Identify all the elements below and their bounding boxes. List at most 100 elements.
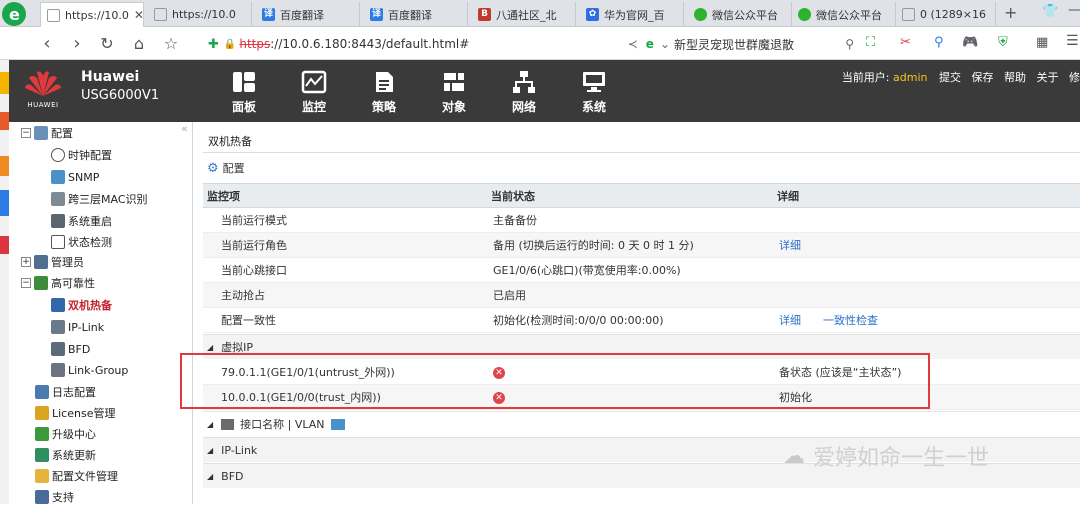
tree-item-reboot[interactable]: 系统重启	[51, 211, 112, 231]
tree-item-clock[interactable]: 时钟配置	[51, 145, 112, 165]
search-tool-icon[interactable]: ⚲	[934, 35, 944, 50]
app-icon[interactable]	[0, 156, 9, 176]
collapse-toggle-icon[interactable]: −	[21, 128, 31, 138]
app-icon[interactable]	[0, 236, 9, 254]
monitor-icon	[301, 70, 327, 94]
menu-icon[interactable]: ☰	[1066, 33, 1079, 49]
link-group-icon	[51, 363, 65, 377]
shield-addon-icon[interactable]: ⛨	[998, 35, 1008, 50]
browser-tab[interactable]: 0 (1289×16	[896, 2, 996, 27]
favorite-star-icon[interactable]: ☆	[160, 34, 182, 53]
paw-icon: ✿	[586, 8, 599, 21]
about-button[interactable]: 关于	[1037, 71, 1059, 84]
translate-icon: 译	[262, 8, 275, 21]
table-row: 当前运行模式 主备备份	[203, 208, 1080, 233]
tree-item-ip-link[interactable]: IP-Link	[51, 317, 104, 337]
browser-tab[interactable]: B 八通社区_北	[472, 2, 576, 27]
expand-toggle-icon[interactable]: +	[21, 257, 31, 267]
app-icon[interactable]	[0, 72, 9, 94]
game-icon[interactable]: 🎮	[962, 35, 978, 50]
upgrade-icon	[35, 427, 49, 441]
home-icon[interactable]: ⌂	[128, 34, 150, 53]
chevron-down-icon[interactable]: ⌄	[660, 37, 670, 51]
nav-dashboard[interactable]: 面板	[219, 70, 269, 115]
tree-item-mac[interactable]: 跨三层MAC识别	[51, 189, 148, 209]
detail-link[interactable]: 详细	[779, 308, 801, 333]
save-button[interactable]: 保存	[972, 71, 994, 84]
tree-item-upgrade[interactable]: 升级中心	[35, 424, 96, 444]
tree-item-hrp[interactable]: 双机热备	[51, 295, 112, 315]
ha-icon	[34, 276, 48, 290]
share-icon[interactable]: ≺	[628, 37, 638, 51]
current-user-label: 当前用户:	[841, 71, 890, 84]
commit-button[interactable]: 提交	[939, 71, 961, 84]
nav-network[interactable]: 网络	[499, 70, 549, 115]
app-icon[interactable]	[0, 112, 9, 130]
collapse-triangle-icon[interactable]: ◢	[207, 446, 213, 455]
browser-tab[interactable]: 微信公众平台	[792, 2, 896, 27]
tree-item-support[interactable]: 支持	[35, 487, 74, 507]
scissors-icon[interactable]: ✂	[900, 35, 911, 50]
search-box[interactable]: 新型灵宠现世群魔退散 ⚲	[674, 32, 854, 56]
ie-icon[interactable]: e	[646, 37, 654, 51]
section-interface-vlan[interactable]: ◢ 接口名称 | VLAN	[203, 411, 1080, 436]
tree-item-config-file[interactable]: 配置文件管理	[35, 466, 118, 486]
tree-item-state-check[interactable]: 状态检测	[51, 232, 112, 252]
tree-item-ha[interactable]: − 高可靠性	[21, 273, 95, 293]
browser-toolbar: ‹ › ↻ ⌂ ☆ ✚ 🔒 https ://10.0.6.180:8443/d…	[0, 28, 1080, 60]
consistency-check-link[interactable]: 一致性检查	[823, 308, 878, 333]
app-icon[interactable]	[0, 190, 9, 216]
browser-tab[interactable]: https://10.0	[148, 2, 252, 27]
huawei-logo-icon: HUAWEI	[23, 68, 63, 114]
nav-system[interactable]: 系统	[569, 70, 619, 115]
browser-tab[interactable]: ✿ 华为官网_百	[580, 2, 684, 27]
collapse-triangle-icon[interactable]: ◢	[207, 420, 213, 429]
extension-icon[interactable]: ⛶	[866, 35, 875, 50]
tree-item-system-update[interactable]: 系统更新	[35, 445, 96, 465]
grid-icon[interactable]: ▦	[1036, 35, 1048, 50]
tree-item-admin[interactable]: + 管理员	[21, 252, 84, 272]
nav-object[interactable]: 对象	[429, 70, 479, 115]
wechat-icon	[798, 8, 811, 21]
search-icon[interactable]: ⚲	[845, 37, 854, 51]
new-tab-icon[interactable]: +	[1004, 3, 1017, 22]
gear-icon: ⚙	[207, 160, 219, 176]
forward-icon[interactable]: ›	[66, 33, 88, 54]
tree-item-config[interactable]: − 配置	[21, 123, 73, 143]
detail-link[interactable]: 详细	[779, 233, 801, 258]
bfd-icon	[51, 342, 65, 356]
collapse-triangle-icon[interactable]: ◢	[207, 472, 213, 481]
collapse-toggle-icon[interactable]: −	[21, 278, 31, 288]
browser-tab[interactable]: 译 百度翻译	[364, 2, 468, 27]
minimize-icon[interactable]: —	[1068, 2, 1080, 18]
address-bar[interactable]: ✚ 🔒 https ://10.0.6.180:8443/default.htm…	[208, 32, 670, 56]
logo-text: HUAWEI	[27, 101, 59, 109]
collapse-triangle-icon[interactable]: ◢	[207, 343, 213, 352]
snmp-icon	[51, 170, 65, 184]
config-button[interactable]: ⚙ 配置	[207, 160, 245, 176]
close-icon[interactable]: ✕	[134, 8, 143, 22]
nav-tree: « − 配置 时钟配置 SNMP 跨三层MAC识别 系统重启 状态检测 + 管理…	[9, 122, 193, 504]
modify-button[interactable]: 修	[1069, 71, 1080, 84]
nav-monitor[interactable]: 监控	[289, 70, 339, 115]
watermark: ☁ 爱婷如命一生一世	[783, 443, 990, 472]
back-icon[interactable]: ‹	[36, 33, 58, 54]
tree-item-link-group[interactable]: Link-Group	[51, 360, 128, 380]
browser-tab[interactable]: 译 百度翻译	[256, 2, 360, 27]
collapse-icon[interactable]: «	[181, 122, 188, 135]
help-button[interactable]: 帮助	[1004, 71, 1026, 84]
browser-logo-icon[interactable]: e	[0, 0, 30, 27]
tree-item-log-config[interactable]: 日志配置	[35, 382, 96, 402]
browser-tab[interactable]: https://10.0 ✕	[40, 2, 144, 27]
system-icon	[583, 72, 605, 92]
shirt-icon[interactable]: 👕	[1042, 4, 1058, 19]
table-row: 当前运行角色 备用 (切换后运行的时间: 0 天 0 时 1 分) 详细	[203, 233, 1080, 258]
tree-item-license[interactable]: License管理	[35, 403, 115, 423]
reload-icon[interactable]: ↻	[96, 34, 118, 53]
browser-tab[interactable]: 微信公众平台	[688, 2, 792, 27]
tree-item-snmp[interactable]: SNMP	[51, 167, 99, 187]
nav-policy[interactable]: 策略	[359, 70, 409, 115]
tree-item-bfd[interactable]: BFD	[51, 339, 90, 359]
header-status: 当前状态	[491, 190, 535, 203]
interface-icon	[221, 418, 235, 430]
